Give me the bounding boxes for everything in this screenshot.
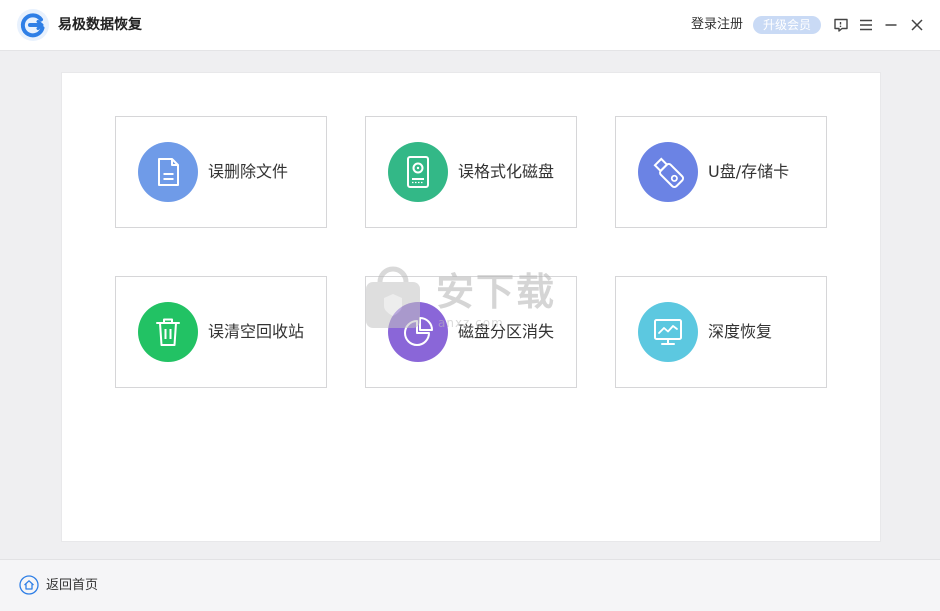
- file-icon: [158, 158, 179, 186]
- monitor-chart-icon: [654, 319, 682, 345]
- feedback-icon[interactable]: [832, 16, 850, 34]
- minimize-icon[interactable]: [882, 16, 900, 34]
- card-deleted-files[interactable]: 误删除文件: [115, 116, 327, 228]
- watermark: 安下载 anxz.com: [360, 262, 590, 342]
- card-recycle-bin[interactable]: 误清空回收站: [115, 276, 327, 388]
- close-icon[interactable]: [908, 16, 926, 34]
- deep-recovery-icon-circle: [638, 302, 698, 362]
- card-label: 误格式化磁盘: [458, 162, 555, 181]
- usb-drive-icon: [653, 157, 685, 189]
- deleted-files-icon-circle: [138, 142, 198, 202]
- app-title: 易极数据恢复: [58, 17, 142, 33]
- login-register-link[interactable]: 登录注册: [691, 15, 743, 35]
- hard-drive-icon: [407, 156, 429, 188]
- recycle-bin-icon-circle: [138, 302, 198, 362]
- usb-storage-icon-circle: [638, 142, 698, 202]
- card-label: 误清空回收站: [208, 322, 305, 341]
- watermark-text: 安下载: [436, 270, 557, 314]
- card-usb-storage[interactable]: U盘/存储卡: [615, 116, 827, 228]
- home-icon: [19, 575, 39, 595]
- upgrade-vip-button[interactable]: 升级会员: [753, 16, 821, 34]
- watermark-subtext: anxz.com: [438, 316, 504, 330]
- trash-icon: [156, 318, 180, 346]
- title-bar: 易极数据恢复 登录注册 升级会员: [0, 0, 940, 51]
- card-formatted-disk[interactable]: 误格式化磁盘: [365, 116, 577, 228]
- card-label: 深度恢复: [708, 322, 773, 341]
- footer-bar: 返回首页: [0, 559, 940, 611]
- formatted-disk-icon-circle: [388, 142, 448, 202]
- watermark-bag-icon: [366, 266, 420, 328]
- card-label: 误删除文件: [208, 162, 289, 181]
- card-label: U盘/存储卡: [708, 162, 790, 181]
- card-deep-recovery[interactable]: 深度恢复: [615, 276, 827, 388]
- menu-icon[interactable]: [857, 16, 875, 34]
- app-logo-icon: [17, 9, 49, 41]
- back-home-label: 返回首页: [46, 578, 99, 593]
